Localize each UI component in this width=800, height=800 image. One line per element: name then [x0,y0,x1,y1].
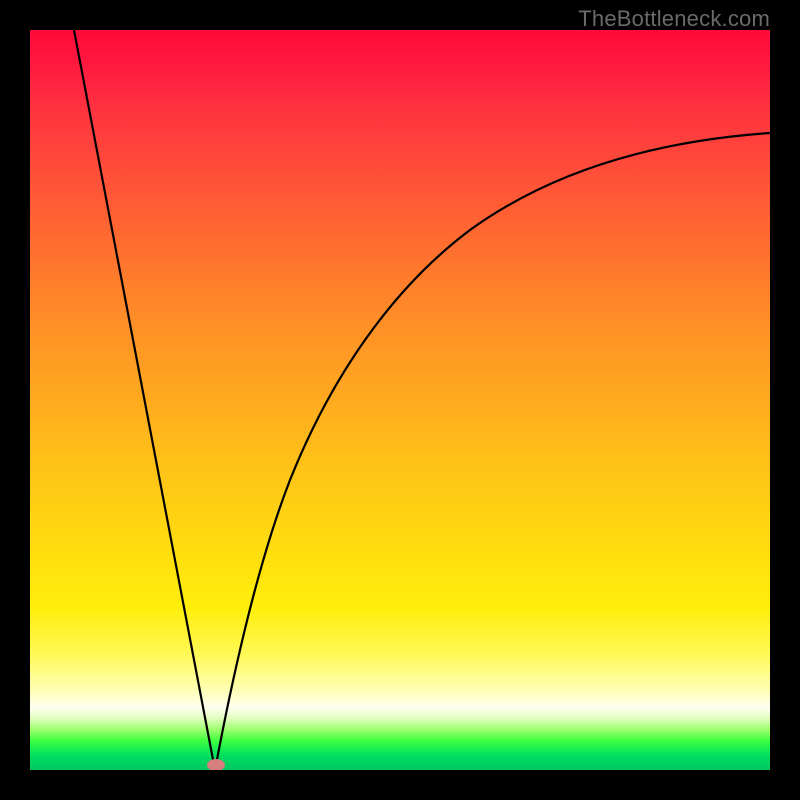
optimum-marker [207,759,225,770]
bottleneck-curve [30,30,770,770]
curve-right-branch [215,133,770,770]
curve-left-branch [74,30,215,770]
watermark-text: TheBottleneck.com [578,6,770,32]
plot-area [30,30,770,770]
